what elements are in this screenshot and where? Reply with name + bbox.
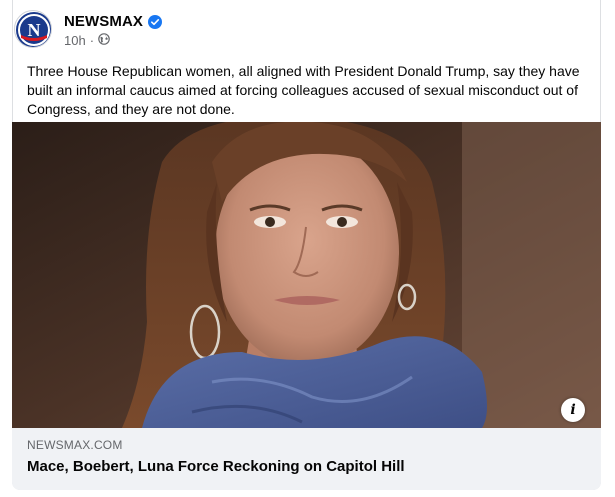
link-preview-footer[interactable]: NEWSMAX.COM Mace, Boebert, Luna Force Re… bbox=[12, 428, 601, 490]
info-icon[interactable]: i bbox=[561, 398, 585, 422]
page-name-row: NEWSMAX bbox=[64, 13, 163, 30]
page-name-link[interactable]: NEWSMAX bbox=[64, 13, 143, 30]
globe-icon[interactable] bbox=[98, 33, 110, 48]
verified-badge-icon bbox=[148, 14, 163, 29]
post-timestamp[interactable]: 10h bbox=[64, 33, 86, 48]
page-avatar[interactable]: N bbox=[14, 10, 52, 48]
link-title[interactable]: Mace, Boebert, Luna Force Reckoning on C… bbox=[27, 458, 405, 475]
woman-portrait-image bbox=[12, 122, 601, 428]
avatar-letter: N bbox=[28, 20, 41, 40]
post-photo[interactable]: i bbox=[12, 122, 601, 428]
link-domain: NEWSMAX.COM bbox=[27, 438, 123, 452]
post-meta: 10h · bbox=[64, 33, 110, 48]
meta-separator: · bbox=[89, 33, 95, 48]
post-body-text: Three House Republican women, all aligne… bbox=[27, 63, 580, 117]
